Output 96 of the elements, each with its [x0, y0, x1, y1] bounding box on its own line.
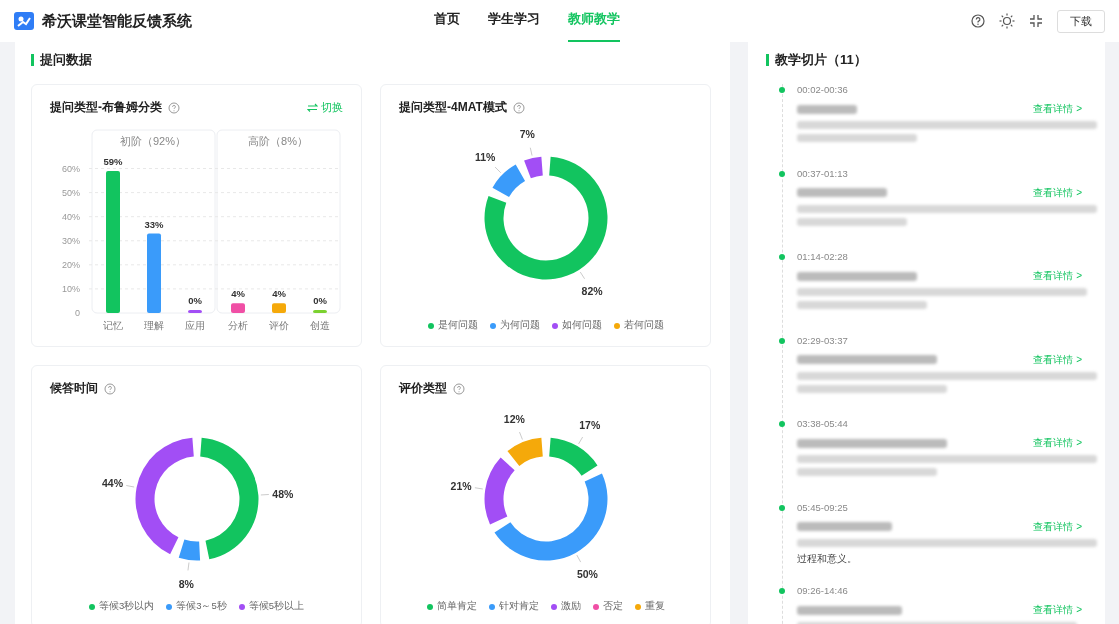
axis-tick-label: 60% — [62, 163, 80, 174]
leader-line — [473, 486, 483, 489]
leader-line — [125, 484, 135, 487]
detail-link[interactable]: 查看详情 > — [1033, 352, 1082, 367]
bar-value-label: 59% — [103, 155, 123, 167]
nav-tab[interactable]: 首页 — [434, 0, 460, 42]
slice-value-label: 44% — [101, 476, 123, 489]
nav-tab[interactable]: 学生学习 — [488, 0, 540, 42]
section-title: 教学切片（11） — [775, 51, 867, 69]
category-label: 创造 — [310, 320, 330, 331]
legend-label: 等候5秒以上 — [248, 600, 305, 613]
slice-value-label: 50% — [576, 567, 598, 580]
axis-tick-label: 40% — [62, 211, 80, 222]
switch-link[interactable]: 切换 — [307, 100, 343, 115]
detail-link[interactable]: 查看详情 > — [1033, 436, 1082, 450]
card-title: 评价类型 — [399, 380, 447, 397]
category-label: 分析 — [228, 320, 248, 331]
section-title: 提问数据 — [40, 51, 92, 69]
blurred-text — [797, 104, 857, 114]
leader-line — [575, 554, 581, 563]
clip-time: 02:29-03:37 — [797, 334, 849, 346]
download-button[interactable]: 下载 — [1057, 9, 1105, 33]
slice-value-label: 8% — [178, 577, 194, 589]
category-label: 评价 — [269, 320, 289, 331]
legend-label: 针对肯定 — [498, 600, 539, 613]
legend-label: 为何问题 — [499, 319, 540, 332]
slice-value-label: 7% — [519, 127, 535, 140]
axis-tick-label: 30% — [62, 235, 80, 246]
detail-link[interactable]: 查看详情 > — [1033, 519, 1082, 534]
card-title: 提问类型-布鲁姆分类 — [50, 99, 162, 116]
slice-value-label: 48% — [271, 487, 293, 500]
clip-time: 03:38-05:44 — [797, 418, 849, 429]
category-label: 应用 — [185, 320, 205, 331]
help-icon[interactable] — [971, 14, 985, 28]
legend-label: 重复 — [644, 600, 665, 613]
group-label: 高阶（8%） — [248, 135, 308, 147]
sun-icon[interactable] — [999, 13, 1015, 29]
slice-value-label: 21% — [450, 479, 472, 492]
legend-label: 若何问题 — [623, 319, 664, 332]
leader-line — [529, 146, 533, 156]
slice-value-label: 82% — [581, 284, 603, 297]
leader-line — [187, 561, 189, 571]
leader-line — [579, 271, 585, 279]
legend-label: 否定 — [602, 600, 623, 613]
slice-value-label: 17% — [578, 418, 600, 431]
legend-label: 简单肯定 — [436, 600, 477, 613]
category-label: 理解 — [144, 320, 164, 331]
bar-value-label: 0% — [313, 295, 327, 306]
slice-value-label: 12% — [503, 412, 525, 425]
legend-label: 如何问题 — [561, 319, 602, 332]
bar — [313, 310, 327, 313]
logo-icon — [14, 12, 34, 30]
detail-link[interactable]: 查看详情 > — [1033, 102, 1082, 116]
timeline-dot — [779, 337, 785, 344]
timeline-dot — [779, 254, 785, 260]
card-title: 提问类型-4MAT模式 — [399, 99, 507, 116]
clip-time: 09:26-14:46 — [797, 585, 849, 596]
bar-value-label: 4% — [272, 288, 286, 300]
legend-label: 等候3～5秒 — [176, 600, 227, 613]
category-label: 记忆 — [103, 320, 123, 331]
clip-time: 00:37-01:13 — [797, 167, 849, 179]
timeline-dot — [779, 421, 785, 427]
card-title: 候答时间 — [50, 380, 98, 397]
leader-line — [494, 166, 501, 173]
clip-time: 01:14-02:28 — [797, 251, 849, 262]
slice-value-label: 11% — [474, 150, 495, 163]
timeline-dot — [779, 170, 785, 177]
detail-link[interactable]: 查看详情 > — [1033, 603, 1082, 617]
axis-tick-label: 50% — [62, 187, 80, 198]
clip-time: 00:02-00:36 — [797, 84, 849, 95]
bar — [188, 310, 202, 313]
bar-value-label: 33% — [144, 218, 164, 230]
clip-description: 过程和意义。 — [797, 551, 858, 566]
leader-line — [518, 431, 523, 440]
axis-tick-label: 10% — [62, 283, 80, 294]
bar — [272, 303, 286, 313]
app-title: 希沃课堂智能反馈系统 — [42, 11, 192, 31]
detail-link[interactable]: 查看详情 > — [1033, 269, 1082, 283]
bar-value-label: 0% — [188, 295, 202, 306]
bar-value-label: 4% — [231, 288, 245, 300]
leader-line — [259, 493, 269, 495]
group-label: 初阶（92%） — [120, 135, 186, 147]
axis-tick-label: 20% — [62, 259, 80, 270]
legend-label: 激励 — [560, 600, 581, 613]
bar — [231, 303, 245, 313]
detail-link[interactable]: 查看详情 > — [1033, 185, 1082, 200]
timeline-dot — [779, 504, 785, 511]
clip-time: 05:45-09:25 — [797, 501, 849, 513]
axis-tick-label: 0 — [75, 308, 80, 318]
legend-label: 等候3秒以内 — [98, 600, 155, 613]
timeline-dot — [779, 87, 785, 93]
swap-icon — [307, 103, 318, 112]
leader-line — [577, 436, 583, 444]
collapse-icon[interactable] — [1029, 14, 1043, 28]
legend-label: 是何问题 — [437, 319, 478, 332]
timeline-dot — [779, 588, 785, 594]
